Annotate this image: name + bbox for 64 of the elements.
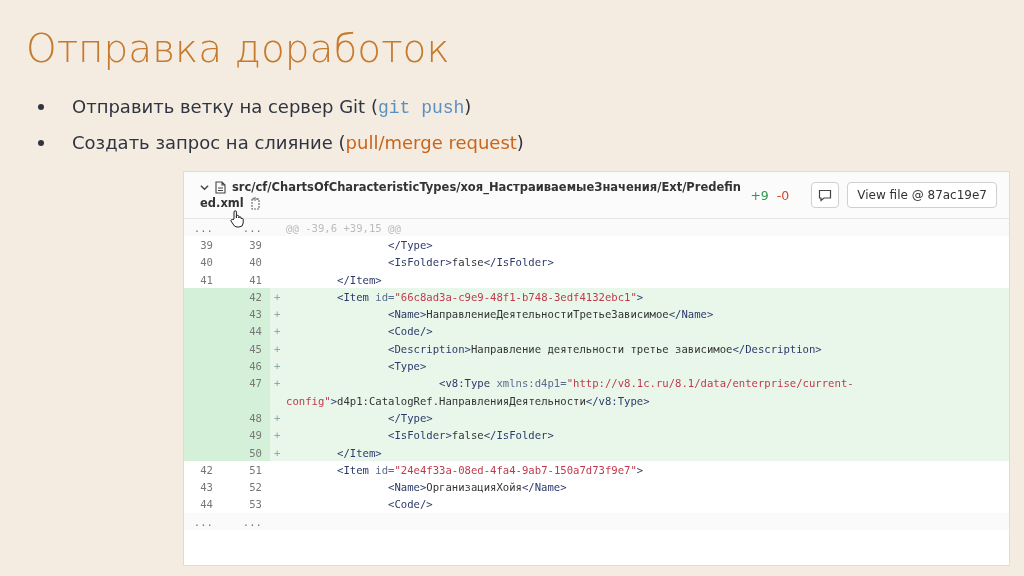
line-number: 41	[199, 272, 214, 288]
diff-sign: +	[273, 446, 282, 459]
code-line: <v8:Type xmlns:d4p1="http://v8.1c.ru/8.1/data/enterprise/current-	[438, 377, 854, 390]
diff-sign: +	[273, 290, 282, 303]
diff-sign: +	[273, 360, 282, 372]
diff-sign: +	[273, 325, 282, 338]
code-line: config">d4p1:CatalogRef.НаправленияДеятельности</v8:Type>	[286, 394, 650, 407]
line-number: 43	[199, 480, 214, 496]
code-line: <Item id="24e4f33a-08ed-4fa4-9ab7-150a7d73f9e7">	[336, 463, 644, 476]
comment-button[interactable]	[811, 182, 840, 208]
line-number: 45	[218, 340, 270, 358]
code-line: <IsFolder>false</IsFolder>	[387, 429, 554, 442]
code-line: <Description>Направление деятельности третье зависимое</Description>	[387, 342, 822, 355]
line-number: 44	[199, 497, 214, 513]
code-line: <Code/>	[387, 325, 433, 338]
line-number: 43	[218, 305, 270, 323]
view-file-button[interactable]: View file @ 87ac19e7	[847, 182, 997, 208]
diff-sign: +	[273, 308, 282, 321]
code-line: <IsFolder>false</IsFolder>	[387, 256, 554, 269]
line-number: 39	[248, 237, 263, 253]
file-path: src/cf/ChartsOfCharacteristicTypes/хоя_НастраиваемыеЗначения/Ext/Predefin	[232, 180, 741, 194]
line-number: ...	[241, 514, 263, 530]
file-icon	[215, 180, 226, 194]
hunk-header: @@ -39,6 +39,15 @@	[286, 221, 401, 234]
line-number: 39	[199, 237, 214, 253]
line-number: 46	[218, 357, 270, 375]
file-path: ed.xml	[200, 196, 244, 210]
line-number: 48	[218, 409, 270, 427]
code-line: <Name>НаправлениеДеятельностиТретьеЗависимое</Name>	[387, 308, 714, 321]
line-number: 52	[248, 480, 263, 496]
code-line: </Type>	[387, 238, 433, 251]
code-line: <Name>ОрганизацияХойя</Name>	[387, 481, 567, 494]
additions-count: +9	[750, 187, 769, 203]
line-number: 42	[218, 288, 270, 306]
line-number: ...	[241, 220, 263, 236]
comment-icon	[818, 188, 833, 202]
diff-sign: +	[273, 342, 282, 355]
bullet-text: Отправить ветку на сервер Git (git push)	[72, 96, 472, 118]
bullet-icon	[38, 104, 44, 110]
copy-icon[interactable]	[249, 196, 261, 210]
code-line: </Item>	[336, 446, 382, 459]
line-number: 40	[199, 255, 214, 271]
code-line: </Item>	[336, 273, 382, 286]
line-number: 41	[248, 272, 263, 288]
slide-title: Отправка доработок	[26, 25, 450, 73]
expand-row[interactable]: ... ... @@ -39,6 +39,15 @@	[184, 219, 1009, 237]
diff-sign: +	[273, 377, 282, 390]
code-line: </Type>	[387, 411, 433, 424]
chevron-icon[interactable]	[200, 182, 209, 192]
diff-sign: +	[273, 429, 282, 442]
line-number: 51	[248, 462, 263, 478]
code-line: <Code/>	[387, 498, 433, 511]
code-line: <Item id="66c8ad3a-c9e9-48f1-b748-3edf4132ebc1">	[336, 290, 644, 303]
line-number: 42	[199, 462, 214, 478]
line-number: ...	[192, 220, 214, 236]
deletions-count: -0	[776, 187, 790, 203]
bullet-icon	[38, 139, 44, 146]
line-number: ...	[192, 514, 214, 530]
expand-row[interactable]: ... ...	[184, 513, 1009, 531]
diff-sign: +	[273, 411, 282, 424]
line-number: 53	[248, 497, 263, 513]
code-line: <Type>	[387, 360, 427, 372]
bullet-text: Создать запрос на слияние (pull/merge request)	[72, 132, 524, 153]
line-number: 40	[248, 255, 263, 271]
